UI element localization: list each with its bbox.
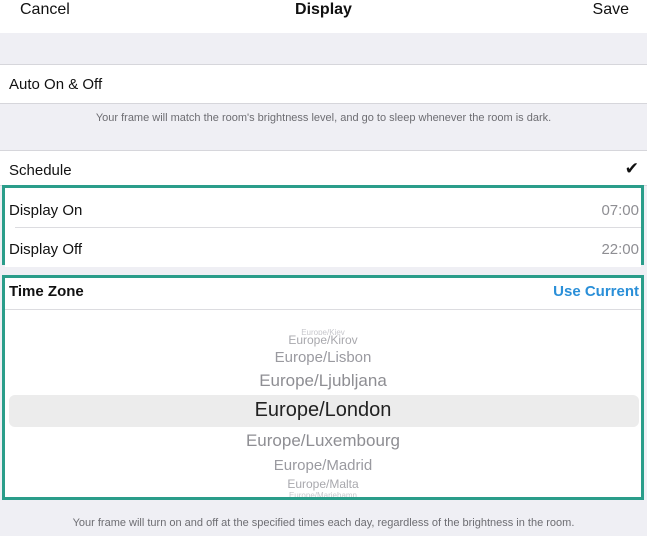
display-on-time: 07:00 <box>601 202 639 219</box>
section-spacer <box>0 33 647 65</box>
time-zone-header: Time Zone Use Current <box>5 278 641 310</box>
row-divider <box>15 227 641 228</box>
schedule-times-group: Display On 07:00 Display Off 22:00 <box>2 185 644 267</box>
display-off-time: 22:00 <box>601 241 639 258</box>
display-on-row[interactable]: Display On 07:00 <box>5 191 641 228</box>
navigation-bar: Cancel Display Save <box>0 0 647 33</box>
picker-option[interactable]: Europe/Lisbon <box>5 349 641 366</box>
picker-option[interactable]: Europe/Kirov <box>5 333 641 347</box>
display-on-label: Display On <box>9 202 83 219</box>
picker-option[interactable]: Europe/Luxembourg <box>5 431 641 451</box>
time-zone-picker[interactable]: Europe/Kiev Europe/Kirov Europe/Lisbon E… <box>5 311 641 497</box>
time-zone-group: Time Zone Use Current Europe/Kiev Europe… <box>2 275 644 500</box>
auto-on-off-label: Auto On & Off <box>9 76 103 93</box>
save-button[interactable]: Save <box>593 1 629 19</box>
picker-option[interactable]: Europe/Ljubljana <box>5 371 641 391</box>
schedule-row[interactable]: Schedule ✔ <box>0 150 647 186</box>
auto-on-off-row[interactable]: Auto On & Off <box>0 64 647 104</box>
schedule-footnote: Your frame will turn on and off at the s… <box>72 517 575 529</box>
page-title: Display <box>295 1 352 18</box>
picker-option[interactable]: Europe/Mariehamn <box>5 491 641 497</box>
schedule-label: Schedule <box>9 162 72 179</box>
picker-option-selected[interactable]: Europe/London <box>5 399 641 422</box>
use-current-button[interactable]: Use Current <box>553 283 639 300</box>
auto-footnote: Your frame will match the room's brightn… <box>95 112 552 124</box>
checkmark-icon: ✔ <box>624 159 639 178</box>
display-off-label: Display Off <box>9 241 83 258</box>
picker-option[interactable]: Europe/Malta <box>5 477 641 491</box>
display-settings-screen: Cancel Display Save Auto On & Off Your f… <box>0 0 647 536</box>
display-off-row[interactable]: Display Off 22:00 <box>5 230 641 267</box>
time-zone-title: Time Zone <box>9 283 84 300</box>
picker-option[interactable]: Europe/Madrid <box>5 457 641 474</box>
